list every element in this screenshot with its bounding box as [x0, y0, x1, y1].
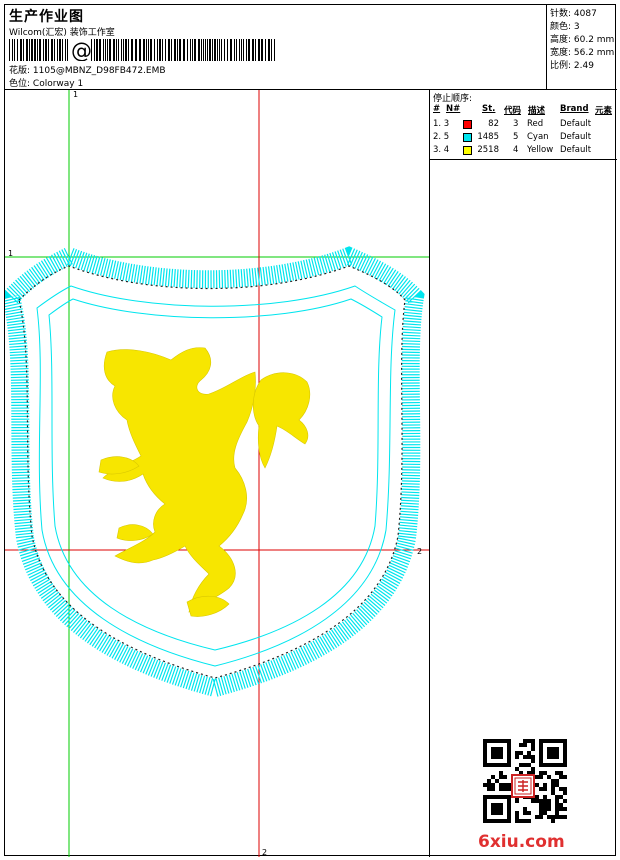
marker-right-2: 2	[417, 547, 422, 556]
row-stitches: 1485	[477, 132, 499, 142]
marker-top-1: 1	[73, 90, 78, 99]
svg-text:@: @	[71, 39, 92, 61]
marker-left-1: 1	[8, 249, 13, 258]
design-value: 1105@MBNZ_D98FB472.EMB	[32, 66, 166, 76]
lion-emblem	[98, 347, 311, 617]
row-desc: Red	[527, 119, 544, 129]
col-code: 代码	[504, 106, 522, 116]
row-num: 3. 4	[433, 145, 450, 155]
col-num: #	[433, 104, 441, 114]
row-brand: Default	[560, 132, 592, 142]
colorway-label: 色位:	[9, 79, 31, 89]
row-desc: Yellow	[527, 145, 554, 155]
colorway: 色位: Colorway 1	[9, 76, 83, 89]
row-stitches: 2518	[477, 145, 499, 155]
company-name: Wilcom(汇宏) 装饰工作室	[9, 28, 115, 38]
color-swatch	[463, 146, 472, 155]
design-width: 宽度: 56.2 mm	[550, 48, 615, 58]
colorway-value: Colorway 1	[32, 79, 84, 89]
header: 生产作业图 Wilcom(汇宏) 装饰工作室 @ 花版: 1105@MBNZ_D…	[5, 5, 546, 89]
col-desc: 描述	[528, 106, 546, 116]
row-brand: Default	[560, 119, 592, 129]
embroidery-preview: 1 1 2 2	[5, 90, 429, 857]
row-code: 5	[513, 132, 519, 142]
design-scale: 比例: 2.49	[550, 61, 594, 71]
sequence-row: 2. 5 1485 5 Cyan Default	[430, 132, 617, 145]
stitch-count: 针数: 4087	[550, 9, 597, 19]
production-sheet: 生产作业图 Wilcom(汇宏) 装饰工作室 @ 花版: 1105@MBNZ_D…	[4, 4, 617, 857]
panel-divider	[430, 159, 617, 160]
stats-panel: 针数: 4087 颜色: 3 高度: 60.2 mm 宽度: 56.2 mm 比…	[546, 5, 617, 89]
stop-sequence-panel: 停止顺序: # N# St. 代码 描述 Brand 元素 1. 3 82 3 …	[430, 90, 617, 857]
stop-sequence-title: 停止顺序:	[433, 94, 473, 104]
design-height: 高度: 60.2 mm	[550, 35, 615, 45]
row-num: 2. 5	[433, 132, 450, 142]
row-desc: Cyan	[527, 132, 549, 142]
design-canvas: 1 1 2 2	[5, 90, 430, 857]
row-stitches: 82	[488, 119, 499, 129]
row-brand: Default	[560, 145, 592, 155]
row-code: 3	[513, 119, 519, 129]
sequence-row: 1. 3 82 3 Red Default	[430, 119, 617, 132]
col-brand: Brand	[560, 104, 589, 114]
site-logo[interactable]: 6xiu.com	[478, 832, 565, 852]
seal-stamp	[511, 774, 535, 798]
col-element: 元素	[595, 106, 613, 116]
row-num: 1. 3	[433, 119, 450, 129]
design-file: 花版: 1105@MBNZ_D98FB472.EMB	[9, 63, 166, 76]
marker-bottom-2: 2	[262, 848, 267, 857]
color-count: 颜色: 3	[550, 22, 580, 32]
col-n: N#	[446, 104, 461, 114]
design-label: 花版:	[9, 66, 31, 76]
color-swatch	[463, 120, 472, 129]
col-st: St.	[482, 104, 496, 114]
sequence-row: 3. 4 2518 4 Yellow Default	[430, 145, 617, 158]
sheet-title: 生产作业图	[9, 9, 84, 25]
color-swatch	[463, 133, 472, 142]
barcode: @	[9, 39, 275, 61]
row-code: 4	[513, 145, 519, 155]
